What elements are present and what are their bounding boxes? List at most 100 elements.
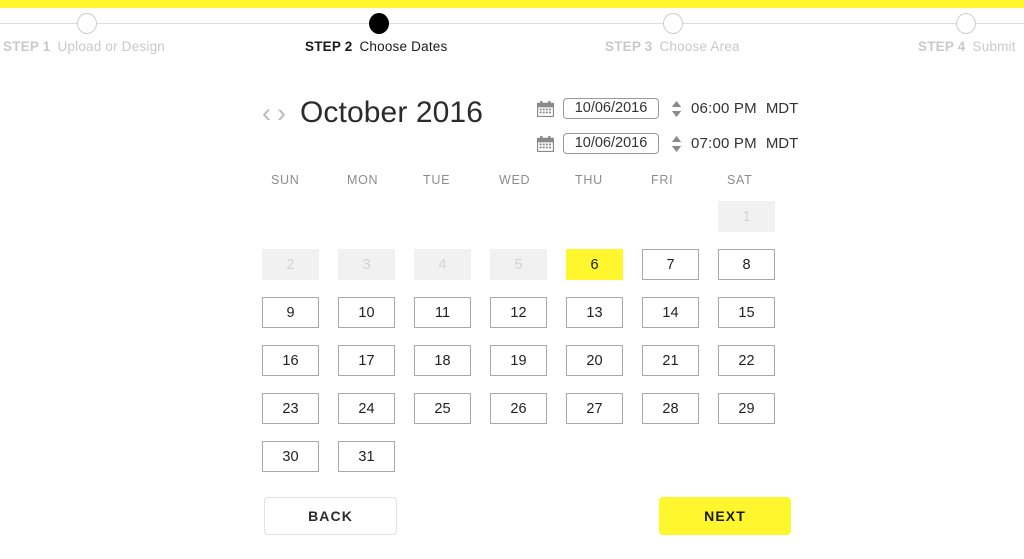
day-cell-19[interactable]: 19 [490,345,547,376]
day-cell-slot: 17 [338,345,414,393]
calendar-week-row: 2345678 [262,249,797,297]
day-cell-24[interactable]: 24 [338,393,395,424]
day-cell-slot: 2 [262,249,338,297]
step-1-labels: STEP 1Upload or Design [3,39,165,54]
day-cell-11[interactable]: 11 [414,297,471,328]
calendar-month-title: October 2016 [300,96,483,130]
calendar-week-row: 23 24 25 26 27 28 29 [262,393,797,441]
calendar-icon[interactable] [537,101,554,117]
step-4-name: Submit [972,39,1015,54]
day-cell-slot: 3 [338,249,414,297]
day-cell-empty [718,441,775,472]
day-cell-10[interactable]: 10 [338,297,395,328]
day-cell-3: 3 [338,249,395,280]
day-cell-slot: 10 [338,297,414,345]
step-4-number: STEP 4 [918,39,965,54]
day-cell-23[interactable]: 23 [262,393,319,424]
end-time-value[interactable]: 07:00 PM [691,135,757,152]
day-cell-14[interactable]: 14 [642,297,699,328]
calendar-week-row: 30 31 [262,441,797,489]
datetime-range-controls: 06:00 PM MDT 07:00 PM [537,91,798,161]
step-1-number: STEP 1 [3,39,50,54]
step-1-dot-icon [77,13,97,34]
step-3-dot-icon [663,13,683,34]
day-cell-slot: 1 [718,201,794,249]
start-time-value[interactable]: 06:00 PM [691,100,757,117]
day-cell-slot: 18 [414,345,490,393]
day-cell-slot [338,201,414,249]
day-cell-empty [490,201,547,232]
day-cell-20[interactable]: 20 [566,345,623,376]
day-cell-12[interactable]: 12 [490,297,547,328]
day-cell-empty [262,201,319,232]
calendar-day-grid: 1234567891011121314151617181920212223242… [262,201,797,489]
day-cell-5: 5 [490,249,547,280]
day-cell-27[interactable]: 27 [566,393,623,424]
day-cell-17[interactable]: 17 [338,345,395,376]
start-time-stepper-icon[interactable] [671,100,682,118]
top-accent-bar [0,0,1024,8]
day-cell-21[interactable]: 21 [642,345,699,376]
day-cell-15[interactable]: 15 [718,297,775,328]
calendar-week-row: 16 17 18 19 20 21 22 [262,345,797,393]
weekday-label-thu: THU [566,173,642,187]
calendar-icon[interactable] [537,136,554,152]
date-picker-panel: ‹ › October 2016 [0,65,1024,559]
day-cell-empty [338,201,395,232]
calendar-week-row: 9 10 11 12 13 14 15 [262,297,797,345]
day-cell-slot: 9 [262,297,338,345]
end-time-stepper-icon[interactable] [671,135,682,153]
step-4-dot-icon [956,13,976,34]
day-cell-29[interactable]: 29 [718,393,775,424]
day-cell-28[interactable]: 28 [642,393,699,424]
weekday-label-wed: WED [490,173,566,187]
day-cell-empty [414,441,471,472]
day-cell-slot [262,201,338,249]
day-cell-slot: 16 [262,345,338,393]
end-timezone-label: MDT [766,135,799,152]
day-cell-9[interactable]: 9 [262,297,319,328]
end-date-input[interactable] [563,133,659,154]
weekday-label-tue: TUE [414,173,490,187]
day-cell-22[interactable]: 22 [718,345,775,376]
day-cell-empty [642,441,699,472]
day-cell-slot [414,201,490,249]
day-cell-slot: 15 [718,297,794,345]
day-cell-30[interactable]: 30 [262,441,319,472]
day-cell-31[interactable]: 31 [338,441,395,472]
next-button[interactable]: NEXT [659,497,791,535]
day-cell-slot: 8 [718,249,794,297]
day-cell-6[interactable]: 6 [566,249,623,280]
day-cell-slot: 5 [490,249,566,297]
back-button[interactable]: BACK [264,497,397,535]
day-cell-slot [566,201,642,249]
start-date-input[interactable] [563,98,659,119]
wizard-footer: BACK NEXT [0,497,1024,557]
day-cell-slot [642,441,718,489]
day-cell-slot: 7 [642,249,718,297]
day-cell-7[interactable]: 7 [642,249,699,280]
day-cell-1: 1 [718,201,775,232]
day-cell-slot: 30 [262,441,338,489]
weekday-label-fri: FRI [642,173,718,187]
day-cell-8[interactable]: 8 [718,249,775,280]
end-datetime-row: 07:00 PM MDT [537,126,798,161]
day-cell-slot: 12 [490,297,566,345]
next-month-chevron-icon[interactable]: › [277,100,286,127]
day-cell-slot: 24 [338,393,414,441]
step-2-dot-icon [369,13,389,34]
calendar-header: ‹ › October 2016 [262,88,483,138]
day-cell-slot: 11 [414,297,490,345]
day-cell-slot: 19 [490,345,566,393]
weekday-header-row: SUNMONTUEWEDTHUFRISAT [262,173,797,187]
day-cell-25[interactable]: 25 [414,393,471,424]
day-cell-26[interactable]: 26 [490,393,547,424]
previous-month-chevron-icon[interactable]: ‹ [262,100,271,127]
step-4-labels: STEP 4 Submit [918,39,1016,54]
day-cell-empty [490,441,547,472]
step-2-number: STEP 2 [305,39,352,54]
day-cell-18[interactable]: 18 [414,345,471,376]
day-cell-13[interactable]: 13 [566,297,623,328]
day-cell-16[interactable]: 16 [262,345,319,376]
day-cell-slot: 13 [566,297,642,345]
